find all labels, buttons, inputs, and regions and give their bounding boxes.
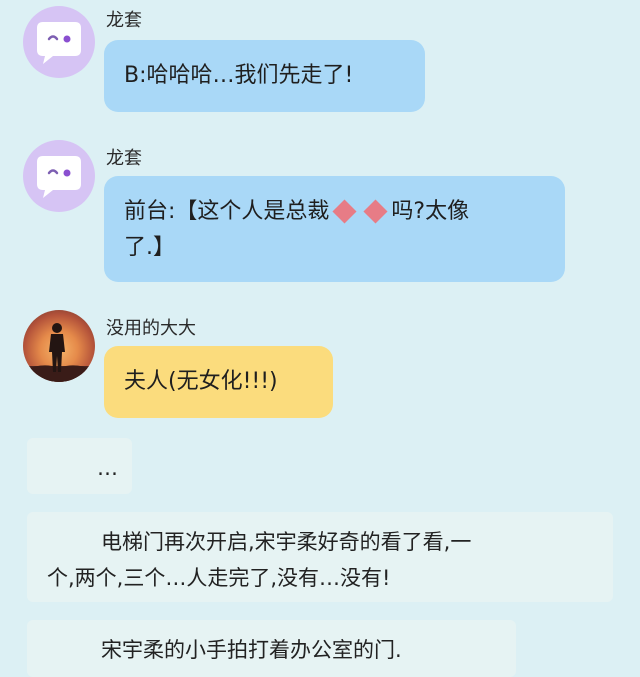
sender-name: 龙套	[106, 10, 142, 31]
avatar[interactable]	[23, 140, 95, 212]
message-line: 前台:【这个人是总裁 吗?太像	[124, 194, 545, 230]
message-bubble: 夫人(无女化!!!)	[104, 346, 333, 418]
message-bubble: B:哈哈哈…我们先走了!	[104, 40, 425, 112]
narration-box: 电梯门再次开启,宋宇柔好奇的看了看,一 个,两个,三个…人走完了,没有…没有!	[27, 512, 613, 602]
avatar[interactable]	[23, 6, 95, 78]
message-bubble: 前台:【这个人是总裁 吗?太像 了.】	[104, 176, 565, 282]
message-text: 夫人(无女化!!!)	[124, 369, 278, 394]
avatar[interactable]	[23, 310, 95, 382]
narration-text: 宋宇柔的小手拍打着办公室的门.	[101, 638, 402, 662]
red-diamond-emoji	[332, 199, 357, 224]
message-text: 吗?太像	[391, 199, 470, 224]
speech-bubble-wink-icon	[37, 22, 81, 64]
narration-line: 个,两个,三个…人走完了,没有…没有!	[47, 566, 391, 590]
narration-box: …	[27, 438, 132, 494]
person-silhouette-icon	[23, 323, 95, 382]
message-line: 了.】	[124, 235, 175, 260]
message-text: B:哈哈哈…我们先走了!	[124, 63, 354, 88]
red-diamond-emoji	[363, 199, 388, 224]
message-text: 前台:【这个人是总裁	[124, 199, 330, 224]
narration-box: 宋宇柔的小手拍打着办公室的门.	[27, 620, 516, 677]
speech-bubble-wink-icon	[37, 156, 81, 198]
sender-name: 龙套	[106, 148, 142, 169]
narration-text: …	[97, 456, 118, 480]
narration-line: 电梯门再次开启,宋宇柔好奇的看了看,一	[101, 530, 472, 554]
sender-name: 没用的大大	[106, 318, 196, 339]
